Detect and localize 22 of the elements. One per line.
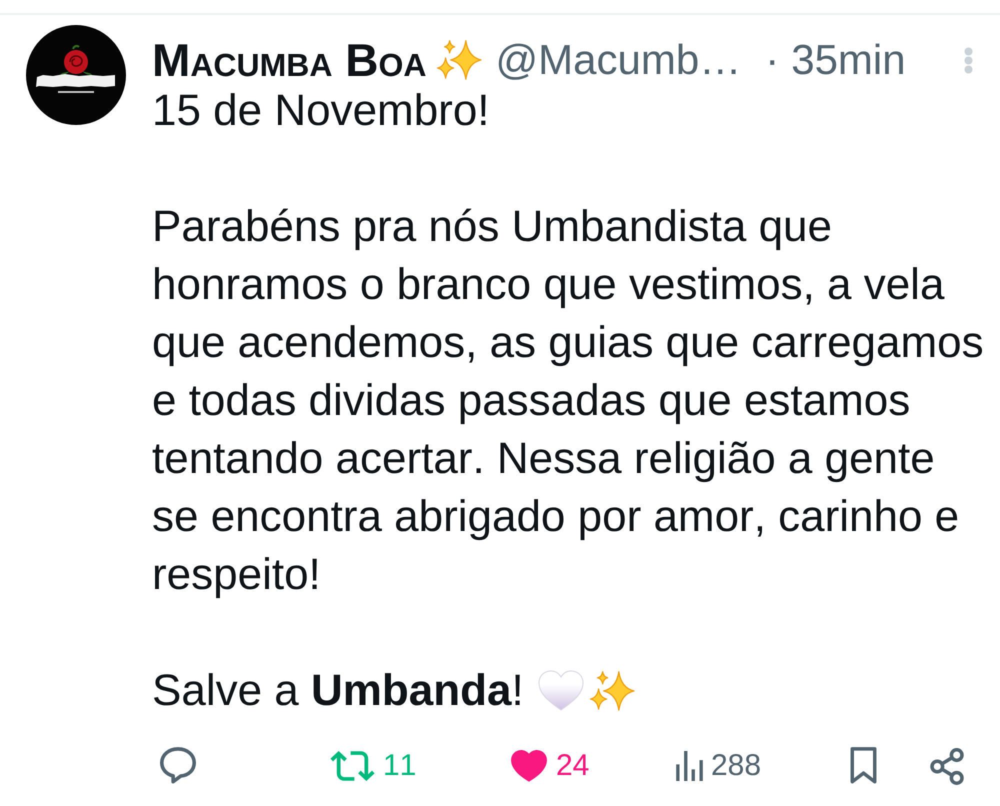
speech-bubble-icon: [160, 747, 196, 785]
post-text: Salve a Umbanda!: [152, 665, 524, 717]
bookmark-button[interactable]: [850, 747, 877, 785]
sparkles-icon: [436, 40, 482, 80]
reply-button[interactable]: [160, 747, 196, 785]
separator-dot: ·: [765, 39, 780, 81]
heart-emoji-icon: [538, 670, 584, 712]
user-handle[interactable]: @Macumb…: [496, 39, 742, 81]
share-button[interactable]: [930, 748, 964, 784]
bookmark-icon: [850, 747, 877, 785]
like-button[interactable]: 24: [510, 749, 590, 783]
heart-icon: [510, 749, 548, 783]
bar-chart-icon: [676, 751, 703, 781]
display-name[interactable]: Macumba Boa: [152, 37, 427, 83]
post-time[interactable]: 35min: [791, 39, 906, 81]
avatar-icon[interactable]: [26, 25, 126, 125]
post-text: 15 de Novembro!: [152, 85, 491, 137]
share-icon: [930, 748, 964, 784]
loop-arrows-icon: [330, 751, 375, 781]
views-button[interactable]: 288: [676, 751, 762, 781]
sparkles-icon: [590, 671, 635, 711]
post-text: Parabéns pra nós Umbandista que honramos o branco que vestimos, a vela que acendemos, as guias que carregamos e todas dividas passadas que estamos tentando acertar. Nessa religião a gente se encontra abrigado por amor, carinho e respeito!: [152, 201, 985, 601]
